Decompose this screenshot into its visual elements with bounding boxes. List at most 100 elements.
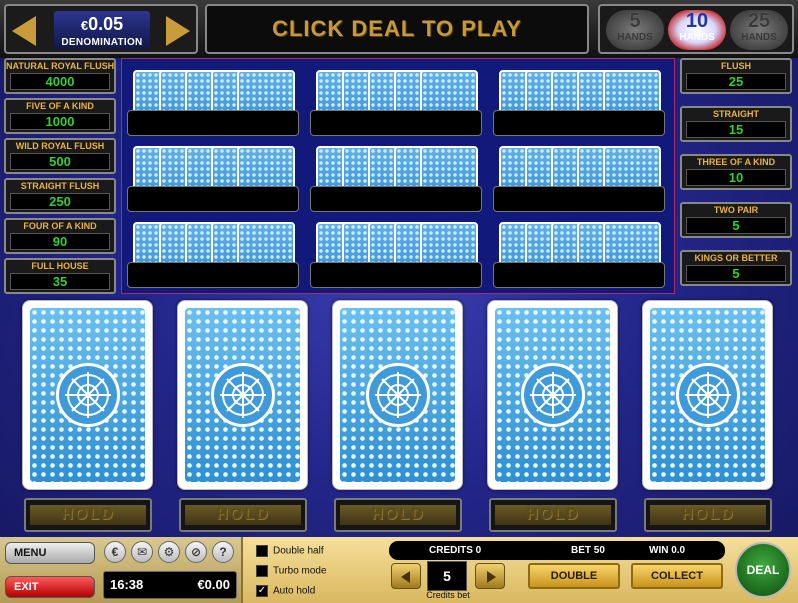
- paytable-full-house: FULL HOUSE 35: [4, 258, 116, 294]
- extra-hand-result-bar: [310, 110, 482, 136]
- main-card-5[interactable]: [642, 300, 773, 490]
- paytable-hand-name: THREE OF A KIND: [696, 157, 776, 167]
- menu-button[interactable]: MENU: [5, 542, 95, 564]
- paytable-hand-name: FOUR OF A KIND: [23, 221, 97, 231]
- main-card-4[interactable]: [487, 300, 618, 490]
- game-message: CLICK DEAL TO PLAY: [205, 4, 589, 54]
- paytable-kings-or-better: KINGS OR BETTER 5: [680, 250, 792, 286]
- paytable-hand-name: STRAIGHT FLUSH: [20, 181, 100, 191]
- main-card-1[interactable]: [22, 300, 153, 490]
- hands-number: 25: [747, 10, 771, 32]
- card-back: [30, 308, 145, 482]
- settings-icon[interactable]: ⚙: [158, 541, 180, 563]
- card-back-emblem-icon: [520, 363, 585, 427]
- hold-button-2[interactable]: HOLD: [179, 498, 307, 532]
- paytable-hand-name: FLUSH: [721, 61, 751, 71]
- hold-button-4[interactable]: HOLD: [489, 498, 617, 532]
- double-half-checkbox[interactable]: [256, 545, 268, 557]
- card-back: [650, 308, 765, 482]
- option-double-half[interactable]: Double half: [256, 545, 324, 557]
- credits-bet-value: 5: [427, 561, 467, 591]
- euro-icon[interactable]: €: [104, 541, 126, 563]
- hands-5-button[interactable]: 5 HANDS: [606, 10, 664, 50]
- card-back-emblem-icon: [675, 363, 740, 427]
- mail-icon[interactable]: ✉: [131, 541, 153, 563]
- credits-bet-label: Credits bet: [426, 590, 470, 600]
- extra-hand-4: [127, 140, 299, 212]
- extra-hand-result-bar: [310, 186, 482, 212]
- denomination-decrease-arrow-icon[interactable]: [12, 16, 36, 46]
- hold-button-3[interactable]: HOLD: [334, 498, 462, 532]
- turbo-mode-checkbox[interactable]: [256, 565, 268, 577]
- denomination-label: DENOMINATION: [61, 37, 143, 48]
- hold-label: HOLD: [650, 505, 766, 525]
- paytable-five-of-a-kind: FIVE OF A KIND 1000: [4, 98, 116, 134]
- option-label: Auto hold: [273, 585, 316, 597]
- credits-decrease-button[interactable]: [391, 563, 421, 589]
- extra-hand-5: [310, 140, 482, 212]
- paytable-hand-value: 90: [10, 233, 110, 250]
- denomination-value: 0.05: [88, 14, 124, 34]
- help-icon[interactable]: ?: [212, 541, 234, 563]
- extra-hand-result-bar: [493, 110, 665, 136]
- main-card-2[interactable]: [177, 300, 308, 490]
- denomination-currency: €: [80, 18, 89, 33]
- hold-button-1[interactable]: HOLD: [24, 498, 152, 532]
- denomination-selector: €0.05 DENOMINATION: [4, 4, 198, 54]
- paytable-hand-name: TWO PAIR: [713, 205, 759, 215]
- option-label: Double half: [273, 545, 324, 557]
- paytable-hand-name: WILD ROYAL FLUSH: [15, 141, 105, 151]
- card-back-emblem-icon: [365, 363, 430, 427]
- paytable-four-of-a-kind: FOUR OF A KIND 90: [4, 218, 116, 254]
- card-back-emblem-icon: [210, 363, 275, 427]
- auto-hold-checkbox[interactable]: ✓: [256, 585, 268, 597]
- card-back: [495, 308, 610, 482]
- hands-label: HANDS: [679, 32, 715, 43]
- paytable-hand-value: 35: [10, 273, 110, 290]
- option-turbo-mode[interactable]: Turbo mode: [256, 565, 327, 577]
- paytable-three-of-a-kind: THREE OF A KIND 10: [680, 154, 792, 190]
- extra-hand-9: [493, 216, 665, 288]
- paytable-flush: FLUSH 25: [680, 58, 792, 94]
- clock: 16:38: [110, 577, 144, 592]
- extra-hand-1: [127, 64, 299, 136]
- hold-label: HOLD: [185, 505, 301, 525]
- extra-hand-result-bar: [310, 262, 482, 288]
- extra-hand-6: [493, 140, 665, 212]
- extra-hand-result-bar: [127, 262, 299, 288]
- paytable-hand-value: 1000: [10, 113, 110, 130]
- option-auto-hold[interactable]: ✓ Auto hold: [256, 585, 315, 597]
- minus-arrow-icon: [401, 571, 410, 583]
- paytable-hand-value: 4000: [10, 73, 110, 90]
- hands-label: HANDS: [617, 32, 653, 43]
- hands-25-button[interactable]: 25 HANDS: [730, 10, 788, 50]
- card-back: [340, 308, 455, 482]
- paytable-hand-name: FIVE OF A KIND: [26, 101, 94, 111]
- extra-hand-3: [493, 64, 665, 136]
- paytable-hand-name: FULL HOUSE: [31, 261, 89, 271]
- collect-button[interactable]: COLLECT: [631, 563, 723, 589]
- card-back: [185, 308, 300, 482]
- hold-label: HOLD: [495, 505, 611, 525]
- exit-button[interactable]: EXIT: [5, 576, 95, 598]
- credits-increase-button[interactable]: [475, 563, 505, 589]
- main-card-3[interactable]: [332, 300, 463, 490]
- hands-number: 5: [629, 10, 641, 32]
- paytable-wild-royal-flush: WILD ROYAL FLUSH 500: [4, 138, 116, 174]
- card-back-emblem-icon: [55, 363, 120, 427]
- paytable-hand-name: STRAIGHT: [713, 109, 759, 119]
- deal-button[interactable]: DEAL: [735, 542, 791, 598]
- paytable-hand-name: NATURAL ROYAL FLUSH: [6, 61, 115, 71]
- hold-label: HOLD: [340, 505, 456, 525]
- paytable-straight: STRAIGHT 15: [680, 106, 792, 142]
- paytable-hand-value: 500: [10, 153, 110, 170]
- extra-hand-2: [310, 64, 482, 136]
- double-button[interactable]: DOUBLE: [528, 563, 620, 589]
- sound-off-icon[interactable]: ⊘: [185, 541, 207, 563]
- hold-button-5[interactable]: HOLD: [644, 498, 772, 532]
- denomination-increase-arrow-icon[interactable]: [166, 16, 190, 46]
- clock-balance-display: 16:38 €0.00: [103, 571, 237, 599]
- extra-hand-7: [127, 216, 299, 288]
- hands-10-button[interactable]: 10 HANDS: [668, 10, 726, 50]
- denomination-display: €0.05 DENOMINATION: [54, 11, 150, 49]
